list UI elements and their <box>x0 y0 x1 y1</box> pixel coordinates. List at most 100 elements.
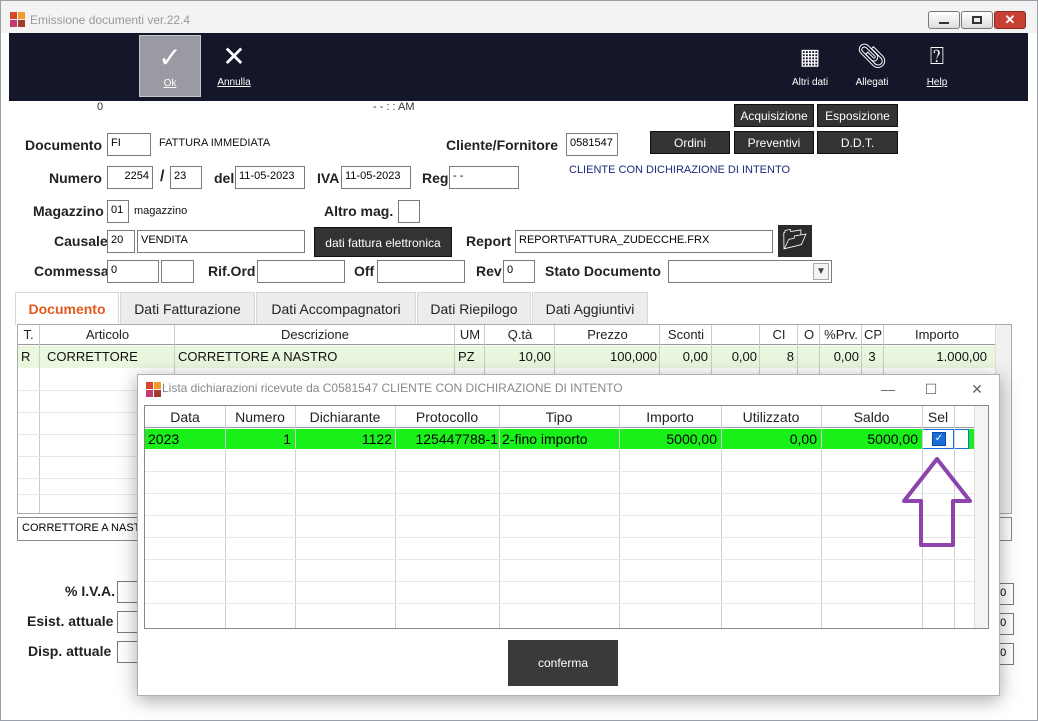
sel-checkbox[interactable]: ✓ <box>932 432 946 446</box>
header-cell: Dichiarante <box>309 409 381 425</box>
col-line <box>721 406 722 628</box>
cell-prezzo: 100,000 <box>610 349 657 364</box>
off-field[interactable] <box>377 260 465 283</box>
iva-label: IVA <box>317 170 340 186</box>
commessa-label: Commessa <box>34 263 109 279</box>
col-line <box>499 406 500 628</box>
check-icon: ✓ <box>158 42 182 73</box>
cell-tipo: 2-fino importo <box>502 431 588 447</box>
header-cell: Utilizzato <box>742 409 800 425</box>
header-cell: Sconti <box>667 327 705 342</box>
maximize-button[interactable] <box>961 11 993 29</box>
header-cell: Importo <box>646 409 694 425</box>
dialog-table-scrollbar[interactable] <box>974 406 988 628</box>
col-line <box>619 406 620 628</box>
documento-desc: FATTURA IMMEDIATA <box>159 137 271 149</box>
help-button[interactable]: ⍰ Help <box>906 35 968 97</box>
tab-documento[interactable]: Documento <box>15 292 119 325</box>
conferma-button[interactable]: conferma <box>508 640 618 686</box>
cell-um: PZ <box>458 349 475 364</box>
altri-dati-button[interactable]: ▦ Altri dati <box>779 35 841 97</box>
causale-label: Causale <box>54 233 108 249</box>
rev-field[interactable]: 0 <box>503 260 535 283</box>
cliente-code-field[interactable]: 0581547 <box>566 133 618 156</box>
header-cell: Data <box>170 409 200 425</box>
commessa-extra-field[interactable] <box>161 260 194 283</box>
maximize-icon <box>972 16 982 24</box>
dialog-minimize-icon[interactable]: — <box>878 379 898 399</box>
header-cell: Numero <box>235 409 285 425</box>
window-title: Emissione documenti ver.22.4 <box>30 13 191 27</box>
row-line <box>145 471 975 472</box>
fattura-elettronica-button[interactable]: dati fattura elettronica <box>314 227 452 257</box>
documento-label: Documento <box>25 137 102 153</box>
rif-ord-field[interactable] <box>257 260 345 283</box>
ordini-button[interactable]: Ordini <box>650 131 730 154</box>
cell-ci: 8 <box>786 349 794 364</box>
status-left: 0 <box>97 101 104 113</box>
tab-dati-accompagnatori[interactable]: Dati Accompagnatori <box>256 292 416 324</box>
numero-slash: / <box>160 168 165 185</box>
row-line <box>145 581 975 582</box>
rif-ord-label: Rif.Ord <box>208 263 256 279</box>
col-line <box>395 406 396 628</box>
serie-field[interactable]: 23 <box>170 166 202 189</box>
ok-button[interactable]: ✓ Ok <box>139 35 201 97</box>
tab-dati-aggiuntivi[interactable]: Dati Aggiuntivi <box>532 292 648 324</box>
magazzino-desc: magazzino <box>134 205 188 217</box>
close-icon: ✕ <box>1004 12 1016 27</box>
header-cell: Prezzo <box>587 327 628 342</box>
declarations-table: Data Numero Dichiarante Protocollo Tipo … <box>144 405 989 629</box>
status-datetime: - - : : AM <box>373 101 415 113</box>
dialog-maximize-icon[interactable]: ☐ <box>921 379 941 399</box>
annulla-button[interactable]: ✕ Annulla <box>203 35 265 97</box>
esist-label: Esist. attuale <box>27 613 114 629</box>
acquisizione-button[interactable]: Acquisizione <box>734 104 814 127</box>
keypad-icon: ▦ <box>799 44 821 69</box>
documento-code-field[interactable]: FI <box>107 133 151 156</box>
stato-label: Stato Documento <box>545 263 661 279</box>
row-line <box>145 559 975 560</box>
table-row[interactable]: R CORRETTORE CORRETTORE A NASTRO PZ 10,0… <box>18 346 996 368</box>
declaration-row[interactable]: 2023 1 1122 125447788-1 2-fino importo 5… <box>145 429 975 449</box>
minimize-button[interactable] <box>928 11 960 29</box>
ddt-button[interactable]: D.D.T. <box>817 131 898 154</box>
causale-code-field[interactable]: 20 <box>107 230 135 253</box>
tab-dati-riepilogo[interactable]: Dati Riepilogo <box>417 292 531 324</box>
cell-data: 2023 <box>148 431 180 447</box>
header-cell: T. <box>23 327 34 342</box>
folder-open-icon[interactable]: 📂︎ <box>778 225 812 257</box>
minimize-icon <box>939 22 949 24</box>
preventivi-button[interactable]: Preventivi <box>734 131 814 154</box>
tab-dati-fatturazione[interactable]: Dati Fatturazione <box>120 292 255 324</box>
report-field[interactable]: REPORT\FATTURA_ZUDECCHE.FRX <box>515 230 773 253</box>
toolbar: ✓ Ok ✕ Annulla ▦ Altri dati 📎︎ Allegati … <box>9 33 1028 101</box>
cell-importo: 1.000,00 <box>936 349 987 364</box>
cell-descrizione: CORRETTORE A NASTRO <box>178 349 338 364</box>
row-line <box>145 537 975 538</box>
esposizione-button[interactable]: Esposizione <box>817 104 898 127</box>
cliente-desc: CLIENTE CON DICHIRAZIONE DI INTENTO <box>569 164 791 176</box>
allegati-button[interactable]: 📎︎ Allegati <box>841 35 903 97</box>
dialog-close-icon[interactable]: ✕ <box>967 379 987 399</box>
col-line <box>821 406 822 628</box>
stato-select[interactable]: ▼ <box>668 260 832 283</box>
altri-dati-label: Altri dati <box>791 77 829 88</box>
reg-field[interactable]: - - <box>449 166 519 189</box>
iva-data-field[interactable]: 11-05-2023 <box>341 166 411 189</box>
cell-tipo: R <box>21 349 31 364</box>
numero-field[interactable]: 2254 <box>107 166 153 189</box>
magazzino-code-field[interactable]: 01 <box>107 200 129 223</box>
cell-qta: 10,00 <box>518 349 551 364</box>
altro-mag-field[interactable] <box>398 200 420 223</box>
commessa-field[interactable]: 0 <box>107 260 159 283</box>
header-cell: O <box>803 327 815 342</box>
cell-numero: 1 <box>283 431 291 447</box>
causale-desc-field[interactable]: VENDITA <box>137 230 305 253</box>
main-window: Emissione documenti ver.22.4 ✕ ✓ Ok ✕ An… <box>0 0 1038 721</box>
col-line <box>295 406 296 628</box>
dialog-logo-icon <box>146 382 162 398</box>
cell-sconti: 0,00 <box>682 349 708 364</box>
close-button[interactable]: ✕ <box>994 11 1026 29</box>
data-field[interactable]: 11-05-2023 <box>235 166 305 189</box>
